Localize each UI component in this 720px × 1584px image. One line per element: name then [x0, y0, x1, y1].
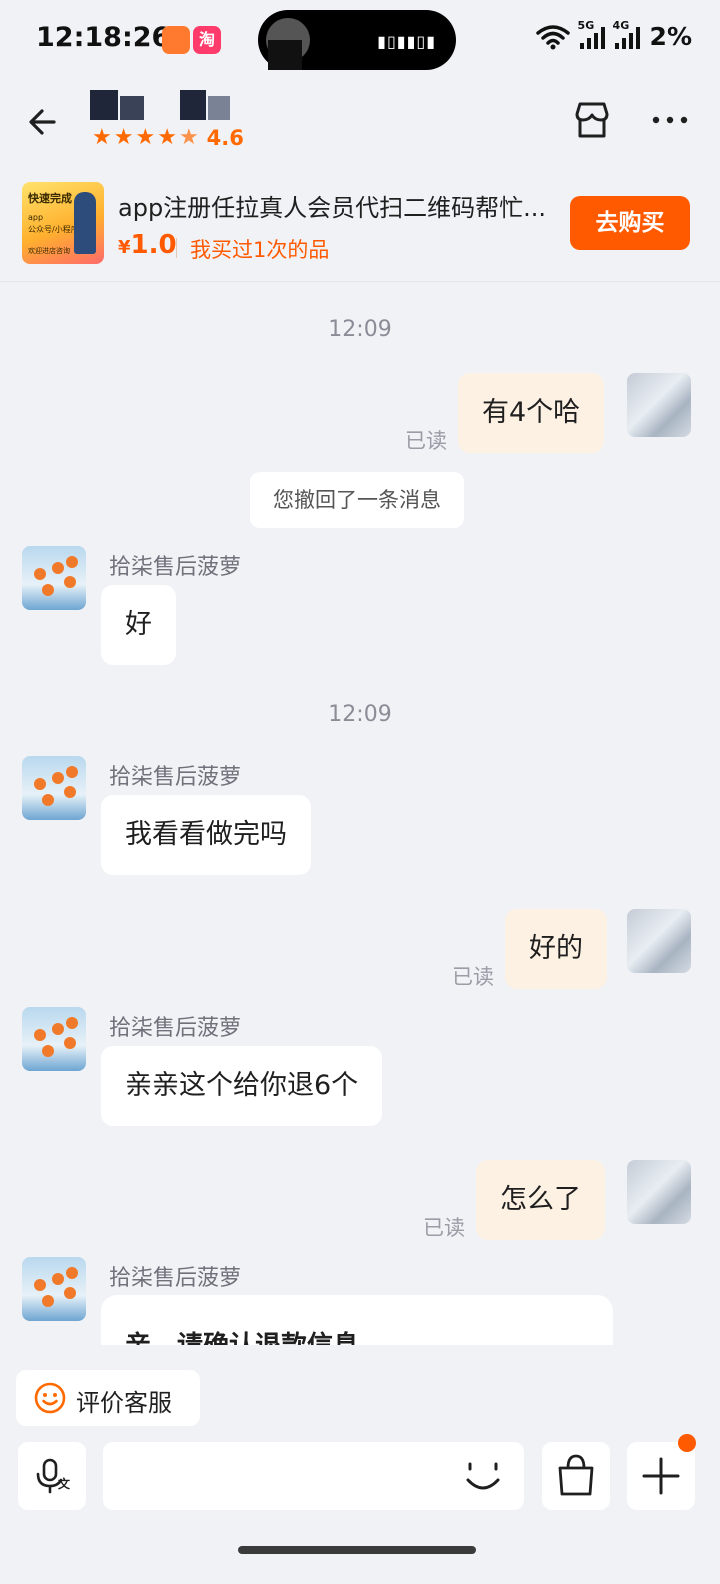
- voice-input-button[interactable]: 文: [18, 1442, 86, 1510]
- refund-confirm-card[interactable]: 亲，请确认退款信息: [101, 1295, 613, 1345]
- star-icon: ★: [178, 125, 199, 150]
- time-divider: 12:09: [328, 317, 392, 342]
- star-icon: ★: [157, 125, 177, 150]
- purchase-history-note: 我买过1次的品: [190, 238, 330, 262]
- shop-rating: ★ ★ ★ ★ ★ 4.6: [92, 126, 244, 150]
- home-indicator[interactable]: [238, 1546, 476, 1554]
- smile-icon: [34, 1382, 66, 1414]
- outgoing-message[interactable]: 怎么了: [476, 1160, 605, 1240]
- outgoing-message[interactable]: 好的: [505, 909, 607, 989]
- sender-name: 拾柒售后菠萝: [109, 1016, 242, 1041]
- audio-wave-icon: ▮▯▮▮▯▮: [377, 32, 436, 51]
- recall-notice: 您撤回了一条消息: [250, 472, 464, 528]
- user-avatar[interactable]: [627, 909, 691, 973]
- shopping-bag-icon: [558, 1454, 594, 1496]
- status-bar: 12:18:26 淘 ▮▯▮▮▯▮ 5G 4G 2%: [0, 0, 720, 80]
- refund-card-title: 亲，请确认退款信息: [125, 1325, 359, 1345]
- product-thumbnail[interactable]: 快速完成 app 公众号/小程序 欢迎进店咨询: [22, 182, 104, 264]
- incoming-message[interactable]: 亲亲这个给你退6个: [101, 1046, 383, 1126]
- app-notification-icon: [162, 26, 190, 54]
- svg-text:文: 文: [58, 1476, 71, 1491]
- shop-avatar[interactable]: [22, 756, 86, 820]
- more-actions-button[interactable]: [627, 1442, 695, 1510]
- thumb-footer: 欢迎进店咨询: [28, 247, 70, 255]
- rate-service-label: 评价客服: [76, 1389, 172, 1417]
- notification-dot: [678, 1434, 696, 1452]
- shopping-bag-button[interactable]: [542, 1442, 610, 1510]
- voice-input-icon: 文: [36, 1458, 71, 1494]
- incoming-message[interactable]: 好: [101, 585, 176, 665]
- product-card[interactable]: 快速完成 app 公众号/小程序 欢迎进店咨询 app注册任拉真人会员代扫二维码…: [0, 170, 720, 282]
- more-icon[interactable]: [650, 110, 690, 130]
- taobao-app-icon: 淘: [193, 26, 221, 54]
- read-status: 已读: [452, 965, 494, 989]
- rate-service-button[interactable]: 评价客服: [16, 1370, 200, 1426]
- star-icon: ★: [113, 125, 134, 150]
- buy-button[interactable]: 去购买: [570, 196, 690, 250]
- read-status: 已读: [405, 429, 447, 453]
- signal-5g-icon: 5G: [578, 19, 605, 49]
- signal-4g-icon: 4G: [613, 19, 640, 49]
- divider: [176, 238, 177, 258]
- shop-avatar[interactable]: [22, 1007, 86, 1071]
- plus-icon: [642, 1457, 680, 1495]
- sender-name: 拾柒售后菠萝: [109, 1266, 242, 1291]
- battery-level: 2%: [649, 22, 692, 51]
- wifi-icon: [535, 24, 570, 49]
- shop-avatar[interactable]: [22, 546, 86, 610]
- outgoing-message[interactable]: 有4个哈: [458, 373, 605, 453]
- read-status: 已读: [423, 1216, 465, 1240]
- incoming-message[interactable]: 我看看做完吗: [101, 795, 311, 875]
- product-price: ¥ 1.0: [118, 230, 177, 260]
- input-bar: 文: [0, 1434, 720, 1514]
- thumb-subtitle: app 公众号/小程序: [28, 213, 79, 234]
- star-icon: ★: [92, 125, 112, 150]
- user-avatar[interactable]: [627, 373, 691, 437]
- shop-score: 4.6: [206, 126, 244, 150]
- redaction-block: [268, 40, 302, 70]
- emoji-icon[interactable]: [462, 1456, 504, 1498]
- status-time: 12:18:26: [36, 22, 171, 53]
- status-indicators: 5G 4G 2%: [535, 19, 692, 51]
- chat-messages[interactable]: 12:09 有4个哈 已读 您撤回了一条消息 拾柒售后菠萝 好 12:09 拾柒…: [0, 283, 720, 1345]
- sender-name: 拾柒售后菠萝: [109, 555, 242, 580]
- message-input[interactable]: [103, 1442, 524, 1510]
- thumb-title: 快速完成: [28, 192, 72, 205]
- sender-name: 拾柒售后菠萝: [109, 765, 242, 790]
- star-icon: ★: [135, 125, 156, 150]
- shop-icon[interactable]: [570, 98, 614, 142]
- shop-avatar[interactable]: [22, 1257, 86, 1321]
- thumb-person-figure: [74, 192, 96, 254]
- shop-name-redacted[interactable]: [90, 90, 240, 120]
- time-divider: 12:09: [328, 702, 392, 727]
- back-icon[interactable]: [24, 100, 68, 144]
- chat-header: ★ ★ ★ ★ ★ 4.6: [0, 80, 720, 170]
- product-title[interactable]: app注册任拉真人会员代扫二维码帮忙...: [118, 188, 558, 223]
- user-avatar[interactable]: [627, 1160, 691, 1224]
